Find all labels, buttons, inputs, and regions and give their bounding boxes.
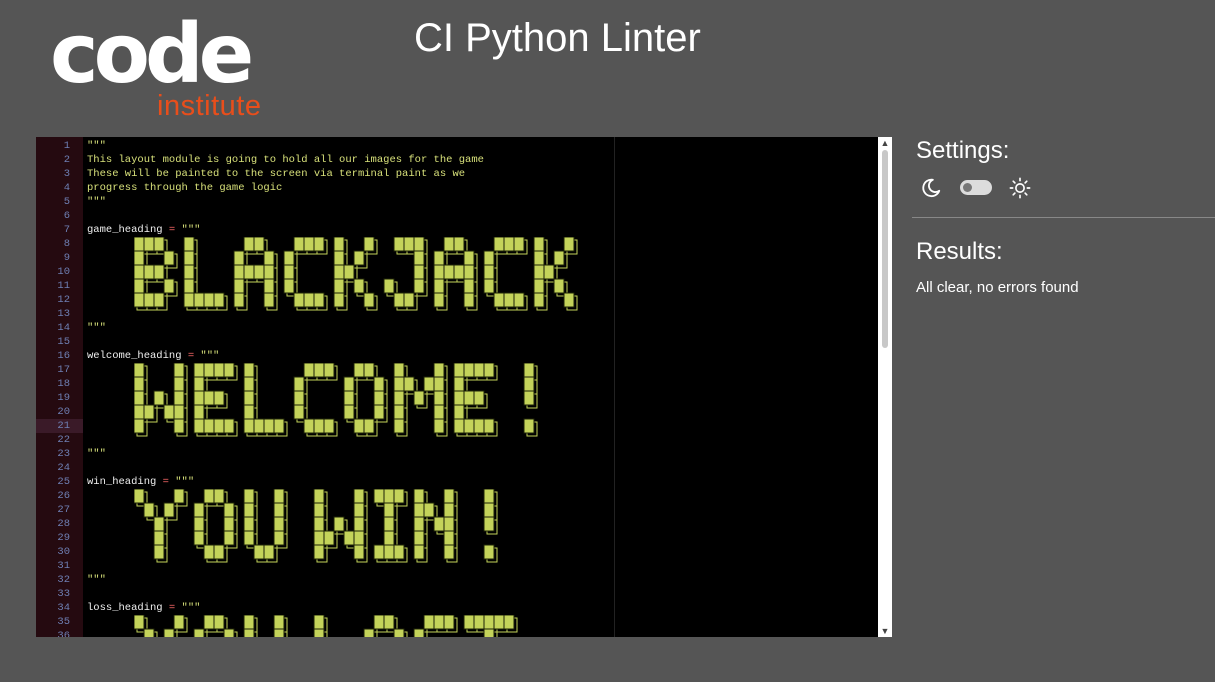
theme-toggle[interactable] bbox=[960, 180, 992, 195]
code-line: """ bbox=[87, 574, 106, 586]
code-line: This layout module is going to hold all … bbox=[87, 154, 484, 166]
side-panel: Settings: Results: All clear, no errors … bbox=[904, 137, 1215, 637]
line-number: 14 bbox=[57, 322, 70, 334]
line-number: 7 bbox=[63, 224, 70, 236]
line-number: 10 bbox=[57, 266, 70, 278]
line-number: 21 bbox=[36, 419, 83, 433]
line-number: 13 bbox=[57, 308, 70, 320]
sun-icon[interactable] bbox=[1009, 177, 1031, 199]
line-number: 1 bbox=[63, 140, 70, 152]
code-institute-logo: code institute bbox=[50, 14, 280, 124]
line-number: 35 bbox=[57, 616, 70, 628]
page-title: CI Python Linter bbox=[414, 16, 701, 60]
code-line: progress through the game logic bbox=[87, 182, 283, 194]
ascii-art-heading bbox=[134, 615, 518, 637]
code-line: win_heading = """ bbox=[87, 476, 195, 488]
line-number: 25 bbox=[57, 476, 70, 488]
line-number: 27 bbox=[57, 504, 70, 516]
ascii-art-heading bbox=[134, 237, 578, 311]
code-line: """ bbox=[87, 196, 106, 208]
code-line: """ bbox=[87, 140, 106, 152]
results-heading: Results: bbox=[916, 238, 1003, 265]
line-number: 23 bbox=[57, 448, 70, 460]
line-number: 4 bbox=[63, 182, 70, 194]
line-number: 20 bbox=[57, 406, 70, 418]
logo-code-word: code bbox=[50, 7, 254, 102]
line-number: 26 bbox=[57, 490, 70, 502]
ascii-art-heading bbox=[134, 489, 498, 563]
line-number: 6 bbox=[63, 210, 70, 222]
line-number: 9 bbox=[63, 252, 70, 264]
line-number-gutter: 1 2 3 4 5 6 7 8 9 10 11 12 13 14 15 16 17 18 19 20 21 22 23 24 2… bbox=[36, 137, 83, 637]
line-number: 8 bbox=[63, 238, 70, 250]
scroll-thumb[interactable] bbox=[882, 150, 888, 348]
code-editor[interactable]: 1 2 3 4 5 6 7 8 9 10 11 12 13 14 15 16 17 18 19 20 21 22 23 24 2… bbox=[36, 137, 892, 637]
divider bbox=[912, 217, 1215, 218]
code-line: """ bbox=[87, 448, 106, 460]
line-number: 31 bbox=[57, 560, 70, 572]
line-number: 17 bbox=[57, 364, 70, 376]
line-number: 24 bbox=[57, 462, 70, 474]
line-number: 29 bbox=[57, 532, 70, 544]
print-margin bbox=[614, 137, 615, 637]
line-number: 19 bbox=[57, 392, 70, 404]
code-line: """ bbox=[87, 322, 106, 334]
chevron-up-icon[interactable]: ▲ bbox=[878, 137, 892, 149]
line-number: 16 bbox=[57, 350, 70, 362]
code-line: loss_heading = """ bbox=[87, 602, 201, 614]
line-number: 15 bbox=[57, 336, 70, 348]
line-number: 32 bbox=[57, 574, 70, 586]
results-message: All clear, no errors found bbox=[916, 279, 1079, 296]
moon-icon[interactable] bbox=[920, 177, 942, 199]
code-area[interactable]: """ This layout module is going to hold a… bbox=[83, 137, 614, 637]
line-number: 34 bbox=[57, 602, 70, 614]
code-line: These will be painted to the screen via … bbox=[87, 168, 466, 180]
line-number: 11 bbox=[57, 280, 70, 292]
line-number: 5 bbox=[63, 196, 70, 208]
line-number: 2 bbox=[63, 154, 70, 166]
line-number: 22 bbox=[57, 434, 70, 446]
code-line: welcome_heading = """ bbox=[87, 350, 220, 362]
editor-scrollbar[interactable]: ▲ ▼ bbox=[878, 137, 892, 637]
line-number: 33 bbox=[57, 588, 70, 600]
settings-heading: Settings: bbox=[916, 137, 1010, 164]
logo-institute-word: institute bbox=[157, 90, 262, 122]
code-line: game_heading = """ bbox=[87, 224, 201, 236]
line-number: 18 bbox=[57, 378, 70, 390]
line-number: 36 bbox=[57, 630, 70, 637]
ascii-art-heading bbox=[134, 363, 538, 437]
line-number: 12 bbox=[57, 294, 70, 306]
chevron-down-icon[interactable]: ▼ bbox=[878, 625, 892, 637]
toggle-knob bbox=[963, 183, 972, 192]
line-number: 3 bbox=[63, 168, 70, 180]
line-number: 30 bbox=[57, 546, 70, 558]
line-number: 28 bbox=[57, 518, 70, 530]
